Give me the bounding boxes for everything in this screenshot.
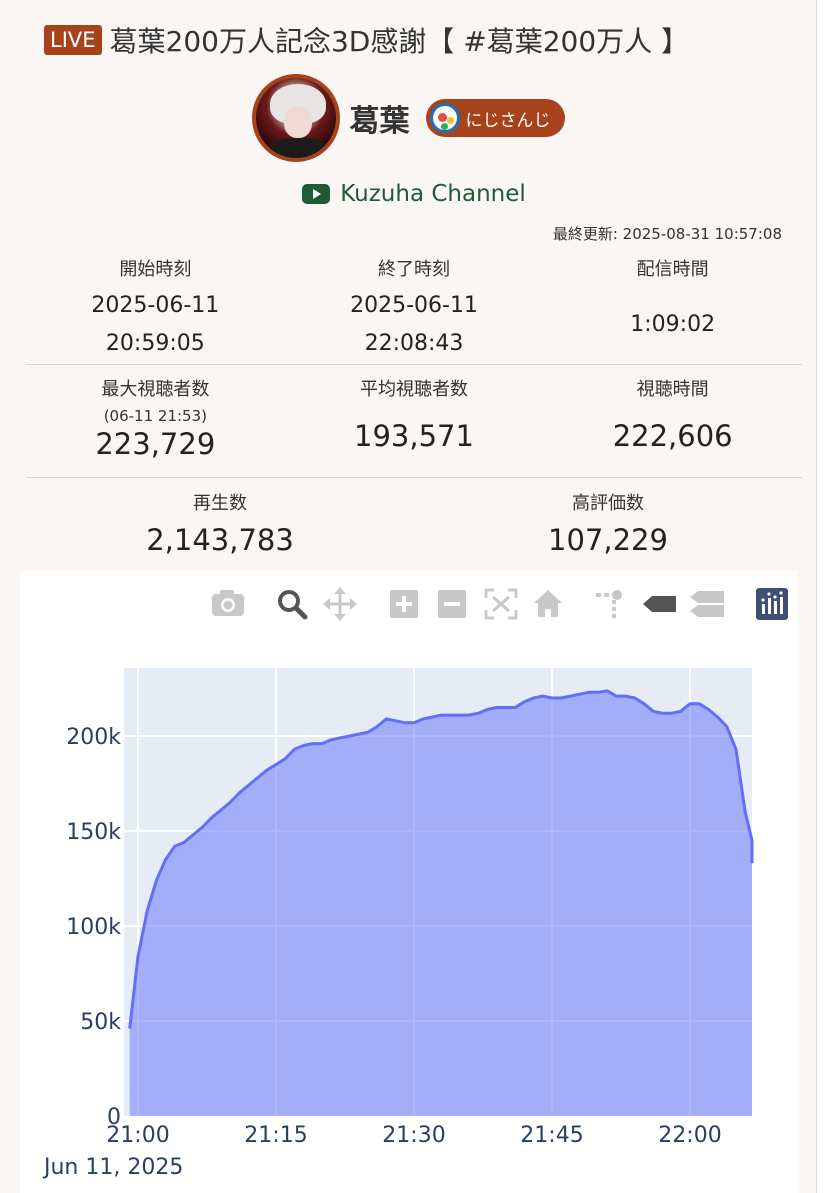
x-axis-date-label: Jun 11, 2025 xyxy=(42,1155,183,1180)
y-axis-ticks: 050k100k150k200k xyxy=(66,725,121,1130)
x-tick-label: 21:30 xyxy=(382,1123,445,1148)
viewers-chart[interactable]: 050k100k150k200k 21:00 21:15 21:30 21:45 22:… xyxy=(0,0,828,1193)
x-axis-ticks: 21:00 21:15 21:30 21:45 22:00 xyxy=(106,1123,721,1148)
x-tick-label: 21:15 xyxy=(244,1123,307,1148)
x-tick-label: 21:00 xyxy=(106,1123,169,1148)
y-tick-label: 200k xyxy=(66,725,121,750)
x-tick-label: 21:45 xyxy=(520,1123,583,1148)
y-tick-label: 150k xyxy=(66,820,121,845)
x-tick-label: 22:00 xyxy=(658,1123,721,1148)
y-tick-label: 100k xyxy=(66,915,121,940)
y-tick-label: 50k xyxy=(80,1010,121,1035)
